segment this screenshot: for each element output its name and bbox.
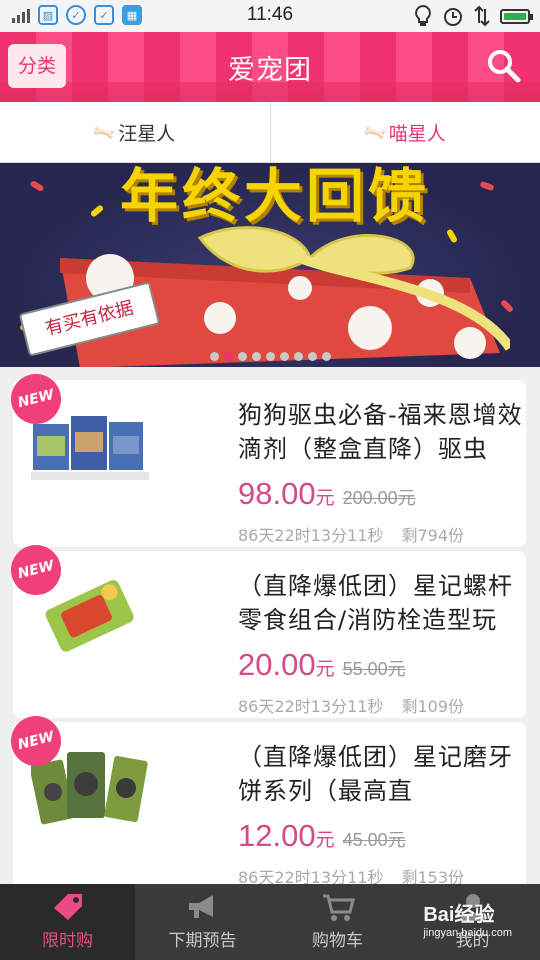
product-card[interactable]: NEW 狗狗驱虫必备-福来恩增效滴剂（整盒直降）驱虫 98.00元 200.00元… [5,368,526,547]
product-card[interactable]: NEW （直降爆低团）星记磨牙饼系列（最高直 12.00元 45.00元 86天2… [5,710,526,889]
megaphone-icon [188,895,213,918]
data-transfer-icon [474,5,490,27]
carousel-dot[interactable] [279,352,289,361]
carousel-dot-active[interactable] [223,352,233,361]
price-tag-icon [53,894,82,920]
carousel-dots[interactable] [0,352,540,361]
bulb-icon [415,5,431,26]
product-price: 98.00 [238,476,316,511]
pet-tabs: 🦴 汪星人 🦴 喵星人 [0,102,540,163]
alarm-icon [444,8,462,26]
baidu-watermark: Bai经验 jingyan.baidu.com [423,898,512,939]
product-card[interactable]: NEW （直降爆低团）星记螺杆零食组合/消防栓造型玩 20.00元 55.00元 … [5,539,526,718]
battery-icon [500,8,533,24]
product-price-row: 12.00元 45.00元 [238,818,406,854]
watermark-brand: Bai经验 [423,904,495,926]
stock-left: 剩794份 [401,526,464,545]
original-price-currency: 元 [397,488,416,509]
original-price: 45.00 [342,830,388,850]
product-title: （直降爆低团）星记磨牙饼系列（最高直 [238,743,513,805]
original-price-currency: 元 [387,830,406,851]
carousel-dot[interactable] [237,352,247,361]
product-price-row: 20.00元 55.00元 [238,647,406,683]
nav-flash-sale[interactable]: 限时购 [0,884,135,960]
product-price: 20.00 [238,647,316,682]
countdown: 86天22时13分11秒 [238,697,384,716]
countdown: 86天22时13分11秒 [238,526,384,545]
fish-bone-icon: 🦴 [361,118,389,146]
tab-dogs[interactable]: 🦴 汪星人 [0,102,270,162]
price-currency: 元 [315,829,335,851]
bone-icon: 🦴 [90,118,118,146]
cart-icon [322,894,355,921]
search-icon[interactable] [486,48,522,84]
price-currency: 元 [315,658,335,680]
nav-cart[interactable]: 购物车 [270,884,405,960]
nav-preview-label: 下期预告 [168,931,237,951]
nav-flash-sale-label: 限时购 [42,931,93,951]
original-price: 55.00 [342,659,388,679]
carousel-dot[interactable] [321,352,331,361]
price-currency: 元 [315,487,335,509]
product-meta: 86天22时13分11秒 剩109份 [238,693,464,717]
original-price-group: 45.00元 [342,830,406,851]
product-title: （直降爆低团）星记螺杆零食组合/消防栓造型玩 [238,572,513,634]
status-right-icons [414,5,533,27]
carousel-dot[interactable] [265,352,275,361]
original-price-group: 55.00元 [342,659,406,680]
carousel-dot[interactable] [307,352,317,361]
watermark-url: jingyan.baidu.com [423,927,512,939]
page-title: 爱宠团 [228,55,312,86]
original-price: 200.00 [342,488,398,508]
nav-preview[interactable]: 下期预告 [135,884,270,960]
product-title: 狗狗驱虫必备-福来恩增效滴剂（整盒直降）驱虫 [238,401,523,463]
tab-cats[interactable]: 🦴 喵星人 [269,102,540,162]
carousel-dot[interactable] [209,352,219,361]
product-price-row: 98.00元 200.00元 [238,476,416,512]
carousel-dot[interactable] [293,352,303,361]
original-price-group: 200.00元 [342,488,416,509]
original-price-currency: 元 [387,659,406,680]
stock-left: 剩109份 [401,697,464,716]
promo-banner[interactable]: 年终大回馈 有买有依据 [0,163,540,367]
product-price: 12.00 [238,818,316,853]
app-header: 分类 爱宠团 [0,32,540,102]
tab-cats-label: 喵星人 [388,122,446,145]
product-meta: 86天22时13分11秒 剩794份 [238,522,464,546]
carousel-dot[interactable] [251,352,261,361]
nav-cart-label: 购物车 [312,931,363,951]
status-bar: ▨ ✓ ✓ ▦ 11:46 [0,0,540,32]
tab-dogs-label: 汪星人 [118,122,176,145]
